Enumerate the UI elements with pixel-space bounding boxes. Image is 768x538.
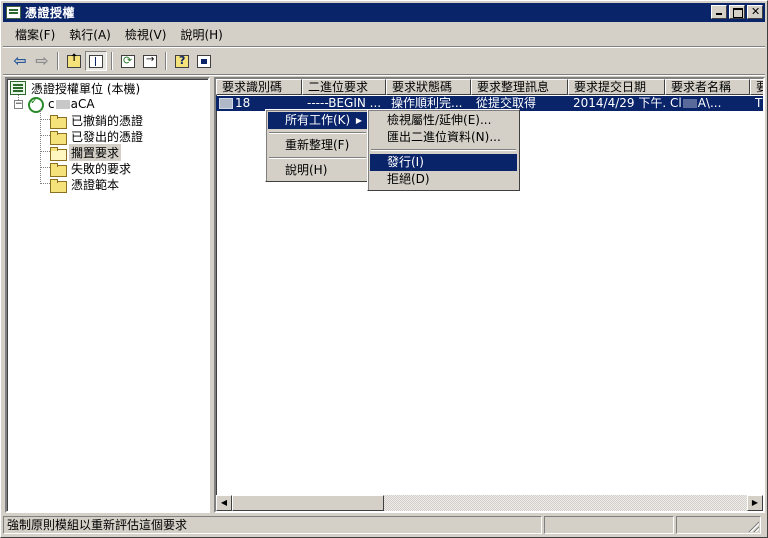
forward-button[interactable]: ⇨: [31, 51, 53, 71]
collapse-toggle[interactable]: −: [14, 99, 23, 109]
scroll-left-button[interactable]: ◀: [216, 495, 232, 511]
forward-arrow-icon: ⇨: [35, 51, 49, 70]
tree-connector: [40, 135, 50, 136]
folder-icon: [50, 114, 67, 129]
tree-root-label: 憑證授權單位 (本機): [31, 81, 141, 96]
column-header-status-code[interactable]: 要求狀態碼: [386, 79, 471, 95]
back-button[interactable]: ⇦: [9, 51, 31, 71]
close-button[interactable]: [747, 5, 763, 19]
resize-grip-icon[interactable]: [747, 520, 759, 532]
status-text: 強制原則模組以重新評估這個要求: [3, 516, 542, 534]
folder-icon: [50, 178, 67, 193]
toolbar-divider: [3, 74, 765, 76]
open-folder-icon: [50, 146, 67, 161]
submenu-arrow-icon: ▶: [355, 116, 362, 125]
cell-more: T: [755, 96, 763, 110]
export-list-button[interactable]: [139, 51, 161, 71]
redacted-block: [682, 99, 697, 108]
menu-item-all-tasks[interactable]: 所有工作(K) ▶: [268, 112, 367, 129]
horizontal-scrollbar[interactable]: ◀ ▶: [216, 495, 763, 511]
refresh-button[interactable]: [117, 51, 139, 71]
title-bar[interactable]: 憑證授權: [3, 3, 765, 22]
folder-up-icon: [67, 53, 81, 68]
console-tree-icon: [89, 54, 103, 68]
menu-item-refresh[interactable]: 重新整理(F): [268, 137, 367, 154]
column-header-binary-request[interactable]: 二進位要求: [302, 79, 386, 95]
cell-submitted-date: 2014/4/29 下午...: [573, 96, 665, 110]
tree-item-label: 擱置要求: [69, 143, 122, 161]
tree-item-revoked[interactable]: 已撤銷的憑證: [50, 112, 145, 129]
toolbar: ⇦ ⇨: [3, 49, 765, 73]
tree-connector: [40, 151, 50, 152]
toolbar-divider: [3, 46, 765, 48]
tree-item-templates[interactable]: 憑證範本: [50, 176, 121, 193]
column-header-more[interactable]: 要: [750, 79, 763, 95]
column-header-requester[interactable]: 要求者名稱: [665, 79, 750, 95]
console-tree[interactable]: 憑證授權單位 (本機) − caCA 已撤銷的憑證 已發出的憑證 擱置要求 失敗…: [5, 77, 210, 513]
menu-item-deny[interactable]: 拒絕(D): [370, 171, 517, 188]
refresh-icon: [121, 54, 135, 68]
list-header: 要求識別碼 二進位要求 要求狀態碼 要求整理訊息 要求提交日期 要求者名稱 要: [216, 79, 763, 95]
maximize-button[interactable]: [729, 5, 745, 19]
ca-name-label: c aCA: [48, 97, 95, 111]
minimize-button[interactable]: [711, 5, 727, 19]
menu-item-dump-binary[interactable]: 匯出二進位資料(N)...: [370, 129, 517, 146]
menu-bar: 檔案(F) 執行(A) 檢視(V) 說明(H): [3, 25, 765, 45]
redacted-block: [55, 100, 70, 109]
menu-help[interactable]: 說明(H): [173, 26, 229, 44]
status-bar: 強制原則模組以重新評估這個要求: [3, 516, 765, 536]
menu-file[interactable]: 檔案(F): [8, 26, 62, 44]
folder-icon: [50, 162, 67, 177]
ca-server-icon: [27, 96, 44, 113]
tree-item-label: 已撤銷的憑證: [71, 113, 144, 128]
column-header-request-id[interactable]: 要求識別碼: [216, 79, 302, 95]
column-header-disposition[interactable]: 要求整理訊息: [471, 79, 568, 95]
tree-item-label: 失敗的要求: [71, 161, 132, 176]
tree-connector: [40, 167, 50, 168]
tree-connector: [40, 183, 50, 184]
status-pane: [544, 516, 674, 534]
cell-requester: Cl A\...: [670, 96, 722, 110]
menu-action[interactable]: 執行(A): [62, 26, 118, 44]
properties-button[interactable]: [193, 51, 215, 71]
tree-item-label: 憑證範本: [71, 177, 120, 192]
tree-item-failed[interactable]: 失敗的要求: [50, 160, 133, 177]
toolbar-separator: [165, 52, 167, 70]
menu-separator: [371, 149, 516, 151]
menu-separator: [269, 132, 366, 134]
tree-connector: [40, 110, 41, 184]
properties-icon: [197, 54, 211, 68]
tree-root[interactable]: 憑證授權單位 (本機): [10, 80, 142, 96]
tree-ca-node[interactable]: − caCA: [14, 96, 97, 113]
tree-item-label: 已發出的憑證: [71, 129, 144, 144]
certificate-authority-icon: [10, 81, 26, 95]
tree-connector: [40, 119, 50, 120]
mmc-window: 憑證授權 檔案(F) 執行(A) 檢視(V) 說明(H) ⇦ ⇨ 憑證授權單位 …: [0, 0, 768, 538]
export-list-icon: [143, 54, 157, 68]
toolbar-separator: [111, 52, 113, 70]
context-menu: 所有工作(K) ▶ 重新整理(F) 說明(H): [265, 109, 370, 182]
help-button[interactable]: [171, 51, 193, 71]
menu-item-issue[interactable]: 發行(I): [370, 154, 517, 171]
back-arrow-icon: ⇦: [13, 51, 27, 70]
menu-item-help[interactable]: 說明(H): [268, 162, 367, 179]
column-header-submitted-date[interactable]: 要求提交日期: [568, 79, 665, 95]
tree-item-pending[interactable]: 擱置要求: [50, 143, 122, 161]
request-icon: [219, 98, 233, 109]
tree-item-issued[interactable]: 已發出的憑證: [50, 128, 145, 145]
help-icon: [175, 54, 189, 68]
up-level-button[interactable]: [63, 51, 85, 71]
toolbar-separator: [57, 52, 59, 70]
menu-view[interactable]: 檢視(V): [118, 26, 174, 44]
status-pane: [676, 516, 761, 534]
scroll-right-button[interactable]: ▶: [747, 495, 763, 511]
show-hide-tree-button[interactable]: [85, 51, 107, 71]
window-title: 憑證授權: [25, 6, 76, 20]
scroll-thumb[interactable]: [232, 495, 384, 511]
menu-item-view-attributes[interactable]: 檢視屬性/延伸(E)...: [370, 112, 517, 129]
all-tasks-submenu: 檢視屬性/延伸(E)... 匯出二進位資料(N)... 發行(I) 拒絕(D): [367, 109, 520, 191]
folder-icon: [50, 130, 67, 145]
menu-separator: [269, 157, 366, 159]
certificate-authority-icon: [6, 6, 21, 19]
